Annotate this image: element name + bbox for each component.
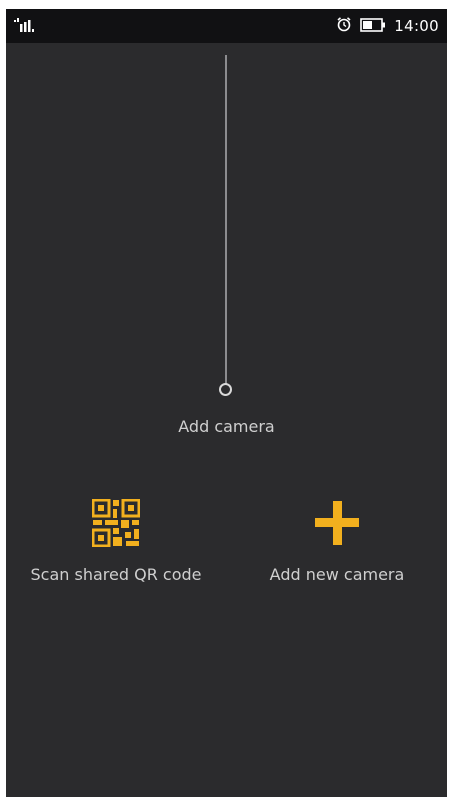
signal-icon (14, 18, 50, 34)
connector-node (219, 383, 232, 396)
status-time: 14:00 (394, 17, 439, 35)
add-new-camera-button[interactable]: Add new camera (227, 499, 447, 584)
status-bar: 14:00 (6, 9, 447, 43)
battery-icon (360, 17, 386, 36)
alarm-icon (336, 16, 352, 36)
status-icons: 14:00 (336, 16, 439, 36)
plus-icon (227, 499, 447, 547)
scan-qr-code-button[interactable]: Scan shared QR code (6, 499, 226, 584)
scan-qr-code-label: Scan shared QR code (30, 565, 202, 584)
qr-code-icon (6, 499, 226, 547)
connector-line (225, 55, 227, 385)
page-title: Add camera (178, 417, 275, 436)
phone-screen: 14:00 Add camera Scan shared QR code Add… (6, 9, 447, 797)
add-camera-screen: Add camera Scan shared QR code Add new c… (6, 43, 447, 797)
add-new-camera-label: Add new camera (269, 565, 405, 584)
